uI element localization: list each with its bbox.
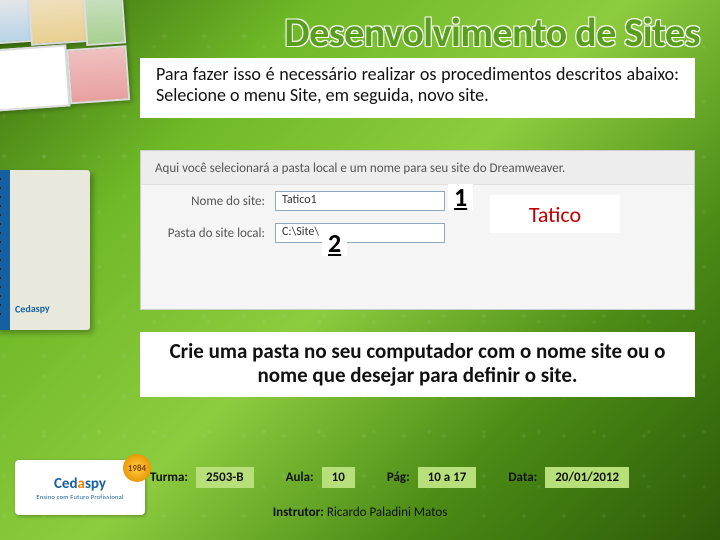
instructor-line: Instrutor: Ricardo Paladini Matos: [0, 505, 720, 520]
dw-input-local-folder[interactable]: C:\Site\: [275, 223, 445, 243]
aula-label: Aula:: [286, 470, 314, 485]
pag-value: 10 a 17: [418, 467, 477, 488]
footer-meta: Turma: 2503-B Aula: 10 Pág: 10 a 17 Data…: [150, 467, 700, 488]
dw-label-local-folder: Pasta do site local:: [155, 226, 275, 241]
step-marker-1: 1: [448, 184, 473, 210]
dw-input-site-name[interactable]: Tatico1: [275, 191, 445, 211]
data-value: 20/01/2012: [545, 467, 629, 488]
dw-header-text: Aqui você selecionará a pasta local e um…: [141, 151, 694, 185]
data-label: Data:: [508, 470, 537, 485]
turma-value: 2503-B: [196, 467, 254, 488]
turma-label: Turma:: [150, 470, 188, 485]
instruction-bottom: Crie uma pasta no seu computador com o n…: [140, 332, 695, 397]
aula-value: 10: [322, 467, 355, 488]
dw-label-site-name: Nome do site:: [155, 194, 275, 209]
instructor-label: Instrutor:: [273, 505, 324, 520]
page-title: Desenvolvimento de Sites: [150, 8, 700, 57]
instructor-name: Ricardo Paladini Matos: [327, 505, 447, 520]
logo-tagline: Ensino com Futuro Profissional: [36, 493, 123, 501]
instruction-top: Para fazer isso é necessário realizar os…: [140, 58, 695, 118]
callout-tatico: Tatico: [490, 195, 620, 233]
logo-badge: 1984: [123, 454, 151, 482]
step-marker-2: 2: [322, 230, 347, 256]
pag-label: Pág:: [387, 470, 410, 485]
decorative-notebook: Cedaspy: [0, 170, 90, 330]
logo-text: Cedaspy: [54, 475, 106, 493]
